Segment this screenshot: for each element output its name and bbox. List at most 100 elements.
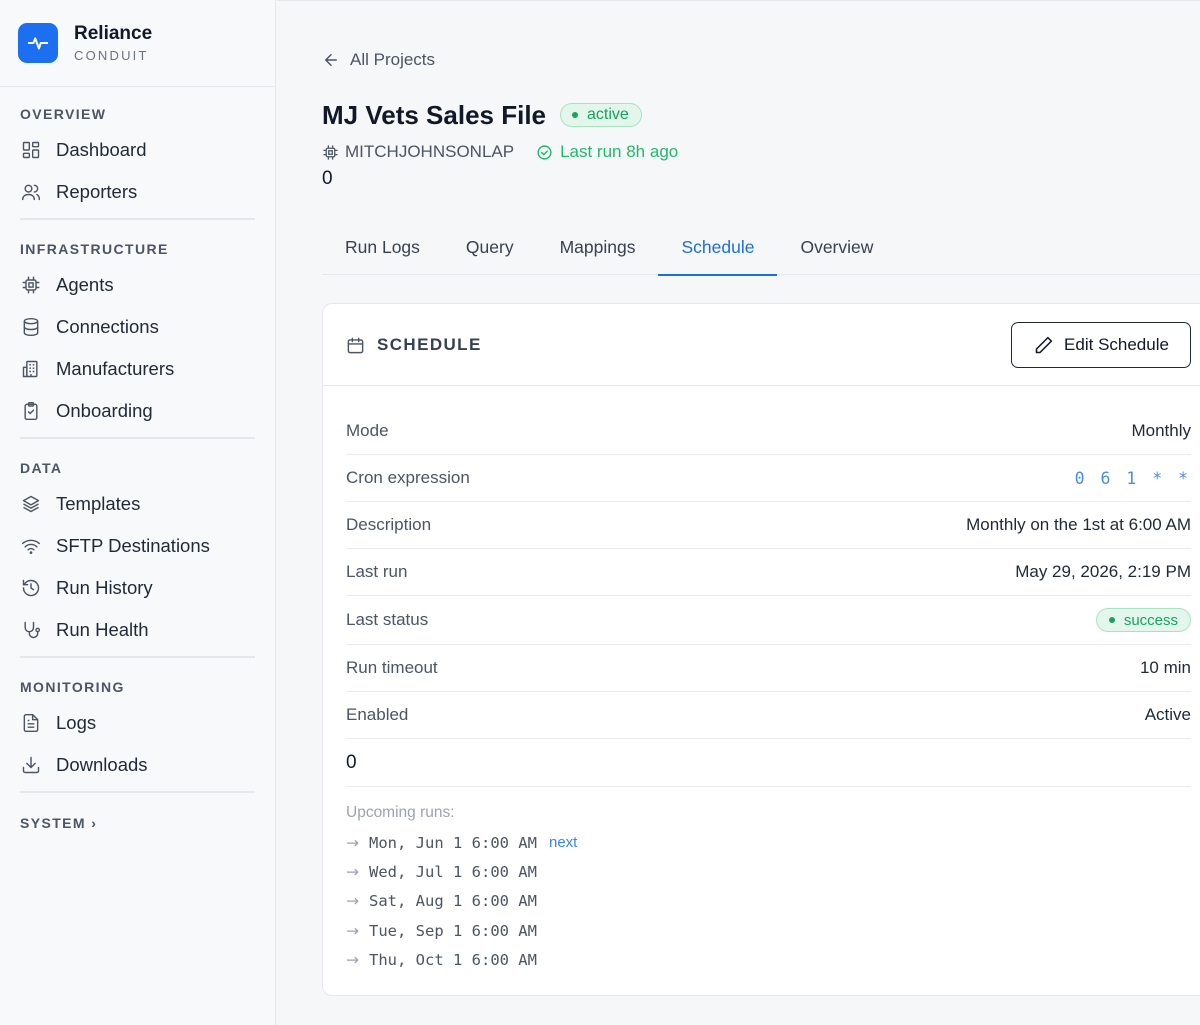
arrow-right-icon: → xyxy=(346,921,359,940)
detail-row-run-timeout: Run timeout 10 min xyxy=(346,645,1191,692)
sidebar-item-label: Run Health xyxy=(56,619,149,640)
history-icon xyxy=(20,577,42,599)
schedule-card-header: SCHEDULE Edit Schedule xyxy=(323,304,1200,386)
sidebar-item-run-health[interactable]: Run Health xyxy=(20,609,255,651)
schedule-details: Mode Monthly Cron expression 0 6 1 * * D… xyxy=(346,408,1191,787)
sidebar-item-logs[interactable]: Logs xyxy=(20,702,255,744)
file-text-icon xyxy=(20,712,42,734)
nav-heading-monitoring: MONITORING xyxy=(20,679,125,695)
arrow-left-icon xyxy=(325,54,337,66)
last-run-label: Last run 8h ago xyxy=(560,142,679,161)
tab-run-logs[interactable]: Run Logs xyxy=(322,223,443,275)
sidebar-item-label: Dashboard xyxy=(56,139,147,160)
detail-row-cron: Cron expression 0 6 1 * * xyxy=(346,455,1191,502)
detail-key: Cron expression xyxy=(346,468,470,487)
schedule-card-title-label: SCHEDULE xyxy=(377,335,482,354)
schedule-card: SCHEDULE Edit Schedule Mode Monthly Cron… xyxy=(322,303,1200,996)
sidebar: Reliance CONDUIT OVERVIEW Dashboard Repo… xyxy=(0,0,276,1025)
tab-overview[interactable]: Overview xyxy=(777,223,896,275)
dashboard-icon xyxy=(20,139,42,161)
pencil-icon xyxy=(1035,336,1053,353)
project-meta: MITCHJOHNSONLAP Last run 8h ago xyxy=(322,142,678,162)
arrow-right-icon: → xyxy=(346,833,359,852)
detail-key: Description xyxy=(346,515,432,534)
list-item: → Wed, Jul 1 6:00 AM xyxy=(346,857,577,886)
detail-key: Mode xyxy=(346,421,389,440)
back-link[interactable]: All Projects xyxy=(322,50,435,70)
building-icon xyxy=(20,358,42,380)
nav-heading-data: DATA xyxy=(20,460,63,476)
sidebar-item-agents[interactable]: Agents xyxy=(20,264,255,306)
detail-value: 10 min xyxy=(1139,658,1191,677)
nav-heading-system[interactable]: SYSTEM › xyxy=(20,815,255,831)
schedule-stray-value: 0 xyxy=(346,739,1191,787)
calendar-icon xyxy=(347,337,364,353)
cpu-icon xyxy=(323,144,338,160)
detail-value: May 29, 2026, 2:19 PM xyxy=(1015,562,1191,581)
sidebar-item-label: Logs xyxy=(56,712,97,733)
clipboard-check-icon xyxy=(20,400,42,422)
sidebar-item-onboarding[interactable]: Onboarding xyxy=(20,390,255,432)
detail-key: Enabled xyxy=(346,705,409,724)
sidebar-item-templates[interactable]: Templates xyxy=(20,483,255,525)
detail-row-enabled: Enabled Active xyxy=(346,692,1191,739)
sidebar-item-run-history[interactable]: Run History xyxy=(20,567,255,609)
success-badge: success xyxy=(1095,608,1191,632)
sidebar-item-label: Manufacturers xyxy=(56,358,175,379)
sidebar-item-downloads[interactable]: Downloads xyxy=(20,744,255,786)
detail-value: Active xyxy=(1144,705,1191,724)
layers-icon xyxy=(20,493,42,515)
upcoming-run-time: Mon, Jun 1 6:00 AM xyxy=(369,833,537,852)
detail-key: Run timeout xyxy=(346,658,438,677)
upcoming-run-time: Thu, Oct 1 6:00 AM xyxy=(369,951,537,970)
sidebar-item-label: Onboarding xyxy=(56,400,153,421)
sidebar-item-dashboard[interactable]: Dashboard xyxy=(20,129,255,171)
project-tabs: Run Logs Query Mappings Schedule Overvie… xyxy=(322,223,1200,276)
detail-row-last-status: Last status success xyxy=(346,596,1191,645)
last-run-info: Last run 8h ago xyxy=(536,142,678,162)
detail-key: Last status xyxy=(346,610,429,629)
sidebar-item-label: Run History xyxy=(56,577,153,598)
sidebar-item-sftp-destinations[interactable]: SFTP Destinations xyxy=(20,525,255,567)
tab-schedule[interactable]: Schedule xyxy=(658,223,778,276)
sidebar-item-label: Downloads xyxy=(56,754,148,775)
list-item: → Thu, Oct 1 6:00 AM xyxy=(346,946,577,975)
nav-heading-overview: OVERVIEW xyxy=(20,106,107,122)
upcoming-runs: Upcoming runs: → Mon, Jun 1 6:00 AM next… xyxy=(346,804,577,975)
header-stray-value: 0 xyxy=(322,168,333,189)
upcoming-runs-label: Upcoming runs: xyxy=(346,804,455,821)
success-badge-label: success xyxy=(1123,611,1178,629)
status-badge-label: active xyxy=(587,106,629,123)
sidebar-item-reporters[interactable]: Reporters xyxy=(20,171,255,213)
schedule-card-title: SCHEDULE xyxy=(346,335,482,355)
arrow-right-icon: → xyxy=(346,951,359,970)
sidebar-item-label: Reporters xyxy=(56,181,138,202)
arrow-right-icon: → xyxy=(346,863,359,882)
detail-value: Monthly on the 1st at 6:00 AM xyxy=(966,515,1191,534)
edit-schedule-label: Edit Schedule xyxy=(1064,335,1169,354)
cron-expression-value: 0 6 1 * * xyxy=(1074,468,1191,488)
brand[interactable]: Reliance CONDUIT xyxy=(0,0,275,87)
arrow-right-icon: → xyxy=(346,892,359,911)
next-tag: next xyxy=(548,834,578,852)
upcoming-run-time: Wed, Jul 1 6:00 AM xyxy=(369,863,537,882)
list-item: → Mon, Jun 1 6:00 AM next xyxy=(346,828,577,857)
sidebar-item-connections[interactable]: Connections xyxy=(20,306,255,348)
agent-info: MITCHJOHNSONLAP xyxy=(322,142,514,162)
list-item: → Sat, Aug 1 6:00 AM xyxy=(346,887,577,916)
brand-subtitle: CONDUIT xyxy=(74,48,149,63)
detail-row-description: Description Monthly on the 1st at 6:00 A… xyxy=(346,502,1191,549)
tab-query[interactable]: Query xyxy=(443,223,537,275)
detail-row-mode: Mode Monthly xyxy=(346,408,1191,455)
wifi-icon xyxy=(20,535,42,557)
detail-key: Last run xyxy=(346,562,408,581)
back-link-label: All Projects xyxy=(350,50,436,69)
sidebar-item-manufacturers[interactable]: Manufacturers xyxy=(20,348,255,390)
edit-schedule-button[interactable]: Edit Schedule xyxy=(1011,322,1191,368)
detail-row-last-run: Last run May 29, 2026, 2:19 PM xyxy=(346,549,1191,596)
download-icon xyxy=(20,754,42,776)
status-dot xyxy=(572,112,578,118)
list-item: → Tue, Sep 1 6:00 AM xyxy=(346,916,577,945)
stethoscope-icon xyxy=(20,619,42,641)
tab-mappings[interactable]: Mappings xyxy=(537,223,659,275)
